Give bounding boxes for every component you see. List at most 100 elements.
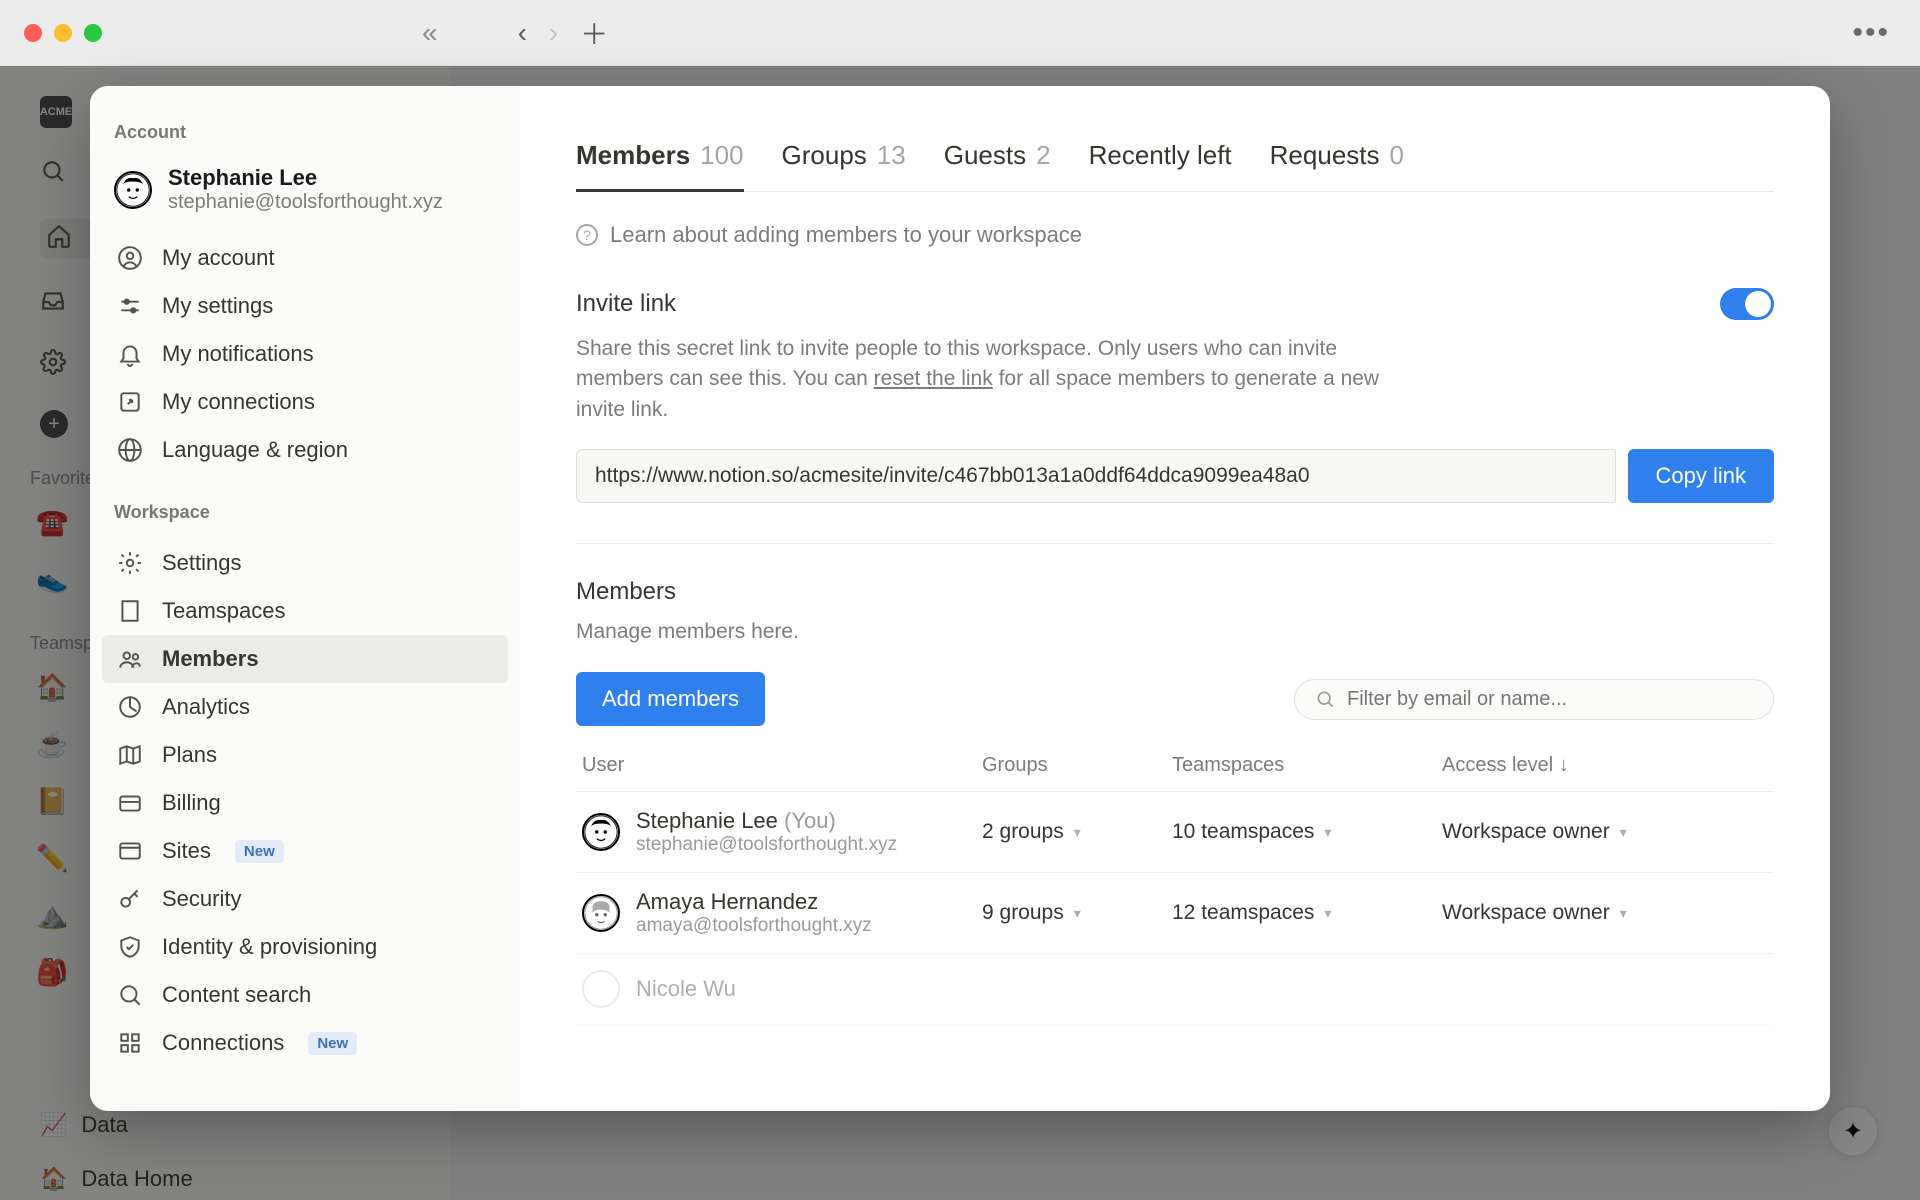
maximize-window-button[interactable] xyxy=(84,24,102,42)
copy-link-button[interactable]: Copy link xyxy=(1628,449,1774,503)
sidebar-item-label: Security xyxy=(162,886,241,912)
groups-cell[interactable]: 9 groups▾ xyxy=(982,901,1172,925)
sidebar-item-billing[interactable]: Billing xyxy=(102,779,508,827)
settings-sidebar: Account Stephanie Lee stephanie@toolsfor… xyxy=(90,86,520,1111)
credit-card-icon xyxy=(116,789,144,817)
profile-email: stephanie@toolsforthought.xyz xyxy=(168,191,443,214)
avatar xyxy=(582,894,620,932)
tab-guests[interactable]: Guests2 xyxy=(944,140,1051,192)
tab-recently-left[interactable]: Recently left xyxy=(1089,140,1232,192)
divider xyxy=(576,543,1774,544)
user-cell: Amaya Hernandez amaya@toolsforthought.xy… xyxy=(582,889,982,937)
gear-icon xyxy=(116,549,144,577)
nav-forward-button[interactable]: › xyxy=(549,17,558,49)
people-icon xyxy=(116,645,144,673)
tab-members[interactable]: Members100 xyxy=(576,140,744,192)
sidebar-item-identity[interactable]: Identity & provisioning xyxy=(102,923,508,971)
sidebar-item-my-settings[interactable]: My settings xyxy=(102,282,508,330)
sidebar-item-members[interactable]: Members xyxy=(102,635,508,683)
groups-cell[interactable]: 2 groups▾ xyxy=(982,820,1172,844)
sidebar-item-label: My notifications xyxy=(162,341,314,367)
search-icon xyxy=(116,981,144,1009)
user-cell: Stephanie Lee (You) stephanie@toolsforth… xyxy=(582,808,982,856)
grid-icon xyxy=(116,1029,144,1057)
col-access[interactable]: Access level xyxy=(1442,754,1768,777)
table-header: User Groups Teamspaces Access level xyxy=(576,754,1774,792)
sidebar-item-my-account[interactable]: My account xyxy=(102,234,508,282)
col-groups[interactable]: Groups xyxy=(982,754,1172,777)
sidebar-item-my-notifications[interactable]: My notifications xyxy=(102,330,508,378)
tab-groups[interactable]: Groups13 xyxy=(782,140,906,192)
new-tab-button[interactable]: ＋ xyxy=(580,13,608,53)
settings-content: Members100 Groups13 Guests2 Recently lef… xyxy=(520,86,1830,1111)
analytics-icon xyxy=(116,693,144,721)
sidebar-item-language-region[interactable]: Language & region xyxy=(102,426,508,474)
user-cell: Nicole Wu xyxy=(582,970,982,1008)
invite-link-description: Share this secret link to invite people … xyxy=(576,334,1406,425)
user-circle-icon xyxy=(116,244,144,272)
tab-requests[interactable]: Requests0 xyxy=(1270,140,1404,192)
key-icon xyxy=(116,885,144,913)
filter-box[interactable] xyxy=(1294,679,1774,720)
sidebar-item-label: Connections xyxy=(162,1030,284,1056)
invite-link-toggle[interactable] xyxy=(1720,288,1774,320)
help-icon: ? xyxy=(576,224,598,246)
table-row: Amaya Hernandez amaya@toolsforthought.xy… xyxy=(576,873,1774,954)
bell-icon xyxy=(116,340,144,368)
col-user[interactable]: User xyxy=(582,754,982,777)
sidebar-item-label: Analytics xyxy=(162,694,250,720)
sidebar-item-my-connections[interactable]: My connections xyxy=(102,378,508,426)
access-cell[interactable]: Workspace owner▾ xyxy=(1442,820,1768,844)
sidebar-item-analytics[interactable]: Analytics xyxy=(102,683,508,731)
close-window-button[interactable] xyxy=(24,24,42,42)
minimize-window-button[interactable] xyxy=(54,24,72,42)
access-cell[interactable]: Workspace owner▾ xyxy=(1442,901,1768,925)
sidebar-item-label: Teamspaces xyxy=(162,598,286,624)
chevron-down-icon: ▾ xyxy=(1074,905,1081,922)
sidebar-item-content-search[interactable]: Content search xyxy=(102,971,508,1019)
sidebar-item-label: Language & region xyxy=(162,437,348,463)
filter-input[interactable] xyxy=(1347,688,1753,711)
new-badge: New xyxy=(308,1032,357,1055)
sidebar-item-settings[interactable]: Settings xyxy=(102,539,508,587)
traffic-lights xyxy=(24,24,102,42)
collapse-sidebar-icon[interactable]: « xyxy=(422,17,438,49)
teamspaces-cell[interactable]: 12 teamspaces▾ xyxy=(1172,901,1442,925)
sidebar-item-plans[interactable]: Plans xyxy=(102,731,508,779)
browser-icon xyxy=(116,837,144,865)
reset-link[interactable]: reset the link xyxy=(874,367,993,390)
sidebar-item-label: Members xyxy=(162,646,259,672)
chevron-down-icon: ▾ xyxy=(1074,824,1081,841)
sidebar-item-label: My connections xyxy=(162,389,315,415)
members-subtitle: Manage members here. xyxy=(576,620,1774,644)
add-members-button[interactable]: Add members xyxy=(576,672,765,726)
col-teamspaces[interactable]: Teamspaces xyxy=(1172,754,1442,777)
sidebar-item-sites[interactable]: Sites New xyxy=(102,827,508,875)
table-row: Nicole Wu xyxy=(576,954,1774,1025)
sidebar-item-connections[interactable]: Connections New xyxy=(102,1019,508,1067)
workspace-heading: Workspace xyxy=(102,494,508,539)
sidebar-item-teamspaces[interactable]: Teamspaces xyxy=(102,587,508,635)
shield-icon xyxy=(116,933,144,961)
building-icon xyxy=(116,597,144,625)
chevron-down-icon: ▾ xyxy=(1620,824,1627,841)
profile-box[interactable]: Stephanie Lee stephanie@toolsforthought.… xyxy=(102,159,508,234)
avatar xyxy=(582,970,620,1008)
nav-back-button[interactable]: ‹ xyxy=(518,17,527,49)
teamspaces-cell[interactable]: 10 teamspaces▾ xyxy=(1172,820,1442,844)
globe-icon xyxy=(116,436,144,464)
avatar xyxy=(114,171,152,209)
tabs: Members100 Groups13 Guests2 Recently lef… xyxy=(576,140,1774,192)
sidebar-item-label: Sites xyxy=(162,838,211,864)
arrow-out-icon xyxy=(116,388,144,416)
help-link[interactable]: ? Learn about adding members to your wor… xyxy=(576,222,1774,248)
invite-link-input[interactable] xyxy=(576,449,1616,503)
avatar xyxy=(582,813,620,851)
more-menu-button[interactable]: ••• xyxy=(1852,16,1890,50)
map-icon xyxy=(116,741,144,769)
sidebar-item-label: Settings xyxy=(162,550,242,576)
chevron-down-icon: ▾ xyxy=(1324,824,1331,841)
members-title: Members xyxy=(576,578,1774,606)
sidebar-item-security[interactable]: Security xyxy=(102,875,508,923)
chevron-down-icon: ▾ xyxy=(1324,905,1331,922)
